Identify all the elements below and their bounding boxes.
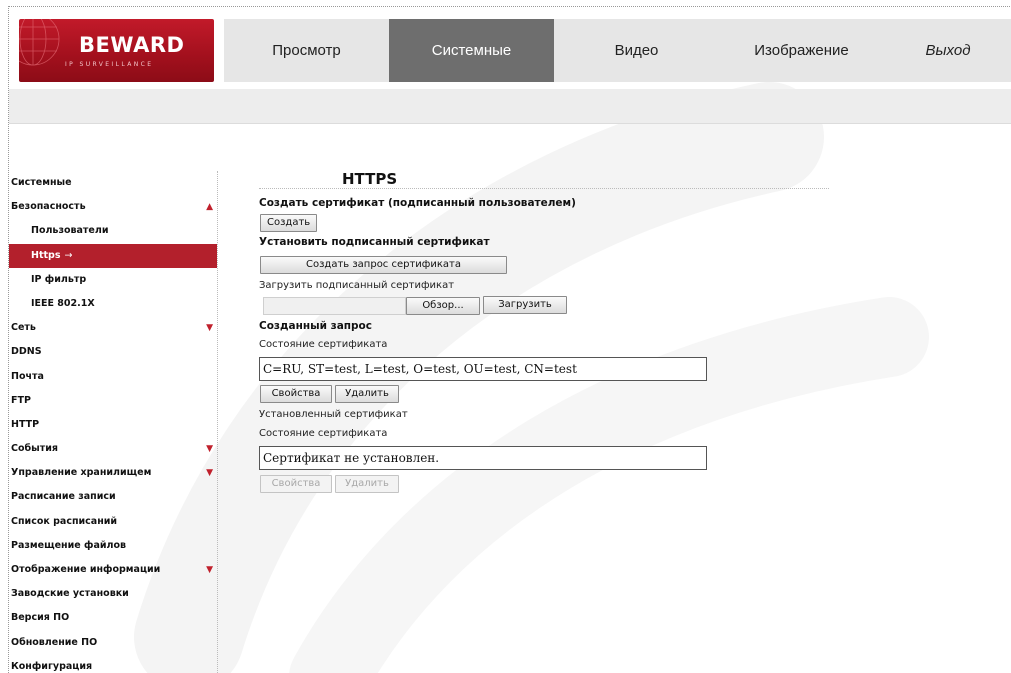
install-cert-heading: Установить подписанный сертификат [259, 236, 490, 248]
top-navigation: Просмотр Системные Видео Изображение Вых… [224, 19, 1011, 82]
properties-button[interactable]: Свойства [260, 385, 332, 403]
sidebar-item-file-placement[interactable]: Размещение файлов [9, 534, 217, 558]
sidebar-item-label: IP фильтр [31, 273, 87, 285]
beward-logo[interactable]: BEWARD IP SURVEILLANCE [19, 19, 214, 82]
sidebar-item-ieee-8021x[interactable]: IEEE 802.1X [9, 292, 217, 316]
sidebar-item-label: Размещение файлов [11, 539, 127, 551]
logo-tagline: IP SURVEILLANCE [65, 61, 154, 68]
sidebar-item-label: HTTP [11, 418, 40, 430]
file-path-field[interactable] [263, 297, 406, 315]
sidebar-item-label: Пользователи [31, 225, 109, 237]
sidebar-item-recording-schedule[interactable]: Расписание записи [9, 485, 217, 509]
upload-cert-label: Загрузить подписанный сертификат [259, 280, 455, 291]
title-divider [259, 188, 829, 189]
sidebar-item-system[interactable]: Системные [9, 171, 217, 195]
tab-view[interactable]: Просмотр [224, 19, 389, 82]
cert-status-label: Состояние сертификата [259, 339, 388, 350]
create-button[interactable]: Создать [260, 214, 318, 232]
sidebar-item-info-display[interactable]: Отображение информации ▼ [9, 558, 217, 582]
sidebar-item-label: Список расписаний [11, 515, 118, 527]
page-title: HTTPS [342, 170, 398, 188]
sidebar-item-label: Управление хранилищем [11, 467, 152, 479]
globe-icon [19, 19, 60, 66]
sidebar-item-network[interactable]: Сеть ▼ [9, 316, 217, 340]
cert-status-value: C=RU, ST=test, L=test, O=test, OU=test, … [259, 357, 707, 381]
sidebar-item-ddns[interactable]: DDNS [9, 340, 217, 364]
collapse-arrow-icon[interactable]: ▲ [206, 195, 213, 219]
create-cert-heading: Создать сертификат (подписанный пользова… [259, 197, 576, 209]
sidebar-item-events[interactable]: События ▼ [9, 437, 217, 461]
installed-cert-status-value: Сертификат не установлен. [259, 446, 707, 470]
create-cert-request-button[interactable]: Создать запрос сертификата [260, 256, 507, 274]
sidebar-item-label: IEEE 802.1X [31, 297, 95, 309]
sidebar-item-label: Версия ПО [11, 612, 70, 624]
sidebar-item-firmware-update[interactable]: Обновление ПО [9, 631, 217, 655]
installed-cert-label: Установленный сертификат [259, 409, 408, 420]
sidebar-item-configuration[interactable]: Конфигурация [9, 655, 217, 673]
sidebar: Системные Безопасность ▲ Пользователи Htt… [9, 171, 218, 673]
installed-properties-button[interactable]: Свойства [260, 475, 332, 493]
sidebar-item-label: Https [31, 249, 61, 261]
upload-button[interactable]: Загрузить [483, 296, 567, 314]
sidebar-item-label: Конфигурация [11, 660, 93, 672]
sidebar-item-label: События [11, 443, 58, 455]
sidebar-item-label: Безопасность [11, 201, 86, 213]
cert-status-label: Состояние сертификата [259, 428, 388, 439]
sidebar-item-ip-filter[interactable]: IP фильтр [9, 268, 217, 292]
tab-logout[interactable]: Выход [884, 19, 1011, 82]
sub-header-bar [9, 89, 1011, 124]
installed-delete-button[interactable]: Удалить [335, 475, 399, 493]
sidebar-item-label: Системные [11, 177, 72, 188]
logo-brand: BEWARD [79, 33, 185, 57]
page-frame: BEWARD IP SURVEILLANCE Просмотр Системны… [8, 6, 1011, 673]
tab-image[interactable]: Изображение [719, 19, 884, 82]
sidebar-item-schedule-list[interactable]: Список расписаний [9, 510, 217, 534]
delete-button[interactable]: Удалить [335, 385, 399, 403]
sidebar-item-firmware-version[interactable]: Версия ПО [9, 606, 217, 630]
sidebar-item-label: DDNS [11, 346, 42, 358]
expand-arrow-icon[interactable]: ▼ [206, 437, 213, 461]
sidebar-item-label: Обновление ПО [11, 636, 98, 648]
sidebar-item-label: Расписание записи [11, 491, 116, 503]
created-request-heading: Созданный запрос [259, 320, 372, 332]
sidebar-item-mail[interactable]: Почта [9, 365, 217, 389]
expand-arrow-icon[interactable]: ▼ [206, 558, 213, 582]
tab-system[interactable]: Системные [389, 19, 554, 82]
sidebar-item-label: Заводские установки [11, 588, 129, 600]
sidebar-item-security[interactable]: Безопасность ▲ [9, 195, 217, 219]
arrow-right-icon: → [64, 249, 73, 261]
tab-video[interactable]: Видео [554, 19, 719, 82]
sidebar-item-label: FTP [11, 394, 31, 406]
sidebar-item-factory-defaults[interactable]: Заводские установки [9, 582, 217, 606]
sidebar-item-label: Сеть [11, 322, 36, 334]
sidebar-item-label: Отображение информации [11, 564, 161, 575]
sidebar-item-storage-management[interactable]: Управление хранилищем ▼ [9, 461, 217, 485]
sidebar-item-http[interactable]: HTTP [9, 413, 217, 437]
sidebar-item-label: Почта [11, 370, 44, 382]
sidebar-item-users[interactable]: Пользователи [9, 219, 217, 243]
expand-arrow-icon[interactable]: ▼ [206, 461, 213, 485]
browse-button[interactable]: Обзор... [406, 297, 480, 315]
sidebar-item-ftp[interactable]: FTP [9, 389, 217, 413]
expand-arrow-icon[interactable]: ▼ [206, 316, 213, 340]
sidebar-item-https[interactable]: Https → [9, 243, 217, 268]
